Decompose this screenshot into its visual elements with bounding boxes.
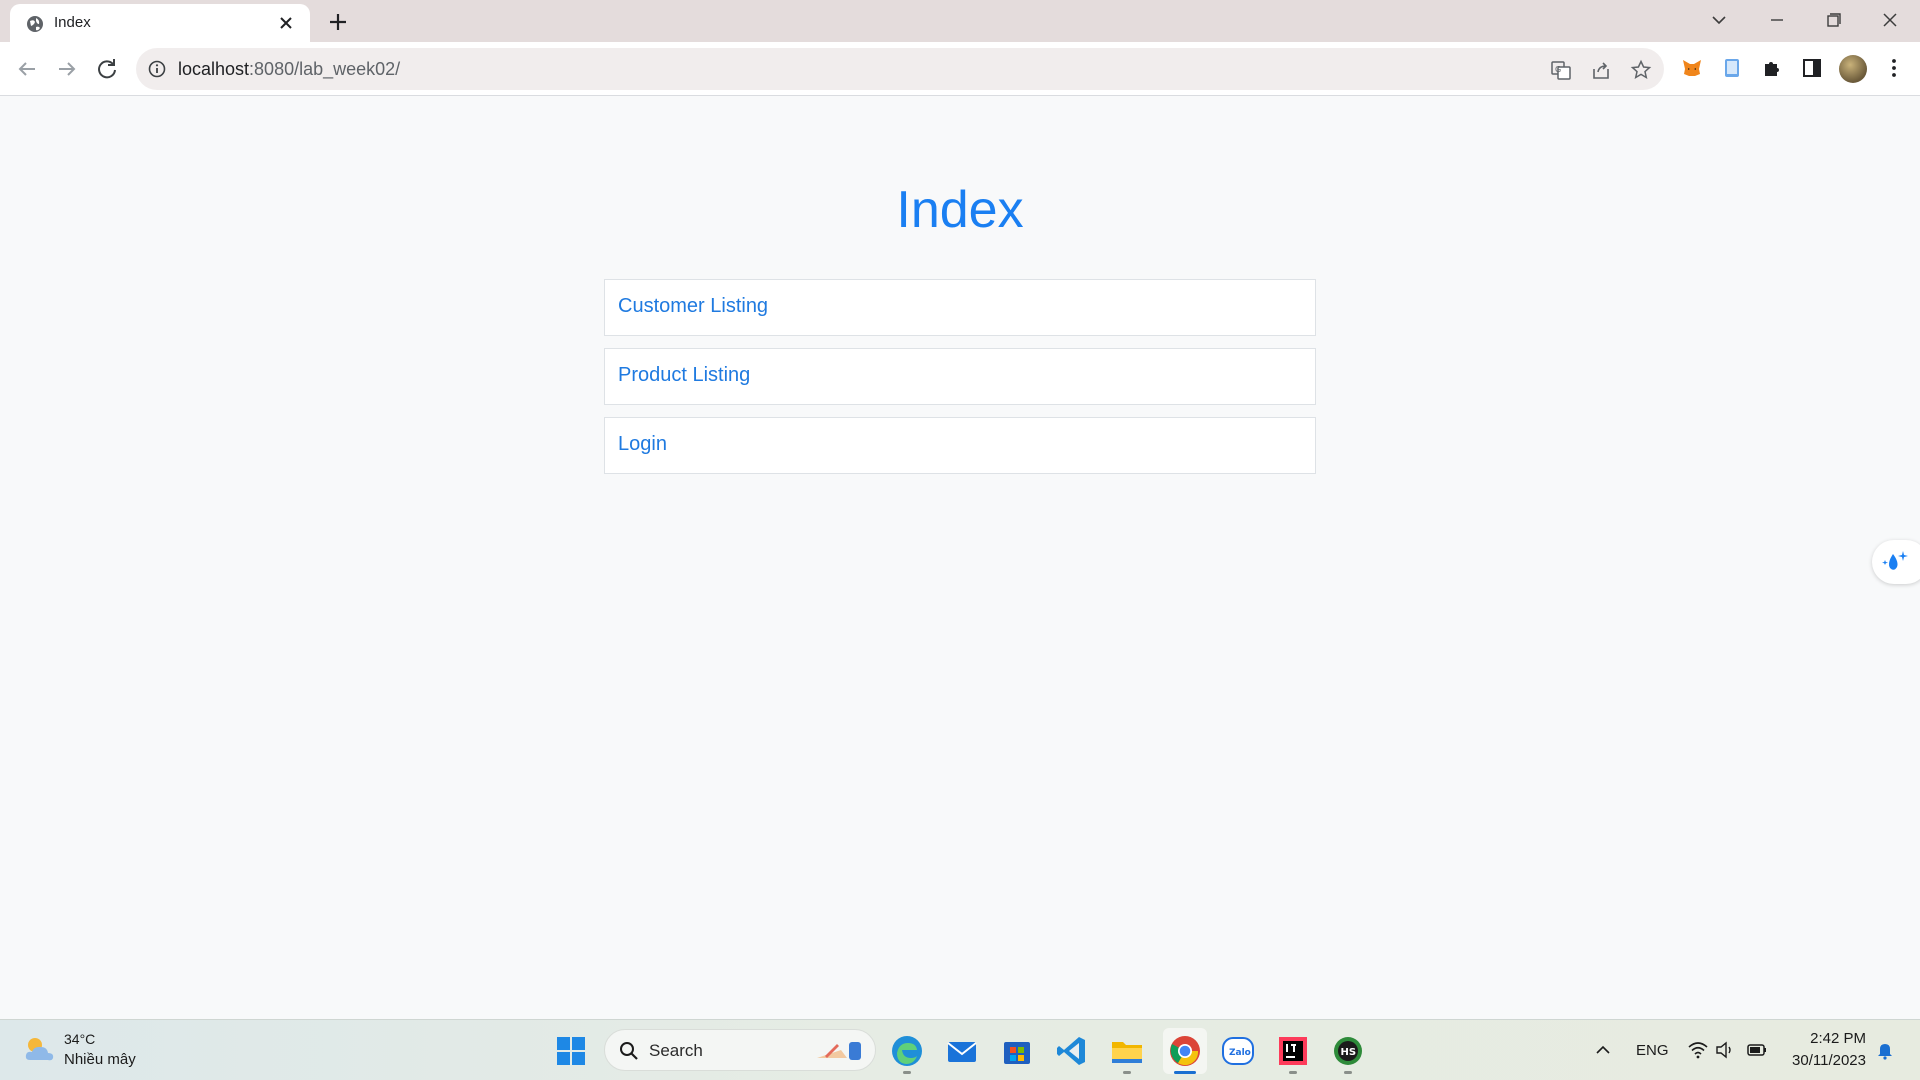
restore-icon[interactable] xyxy=(1818,8,1848,32)
edge-icon[interactable] xyxy=(889,1033,925,1069)
notification-bell-icon[interactable] xyxy=(1874,1040,1896,1060)
metamask-extension-icon[interactable] xyxy=(1680,56,1704,80)
clock-date[interactable]: 30/11/2023 xyxy=(1760,1052,1866,1069)
clock-time[interactable]: 2:42 PM xyxy=(1760,1030,1866,1047)
translate-icon[interactable]: G xyxy=(1550,59,1572,81)
address-bar[interactable]: localhost:8080/lab_week02/ G xyxy=(136,48,1664,90)
login-link[interactable]: Login xyxy=(604,417,1316,474)
chrome-icon[interactable] xyxy=(1167,1033,1203,1069)
hs-app-icon[interactable]: HS xyxy=(1330,1033,1366,1069)
intellij-running-indicator xyxy=(1289,1071,1297,1074)
profile-avatar[interactable] xyxy=(1839,55,1867,83)
chrome-active-indicator xyxy=(1174,1071,1196,1074)
search-icon xyxy=(620,1042,638,1060)
url-text[interactable]: localhost:8080/lab_week02/ xyxy=(178,59,400,80)
show-hidden-icons-chevron-icon[interactable] xyxy=(1592,1040,1614,1060)
forward-icon[interactable] xyxy=(53,55,81,83)
svg-text:G: G xyxy=(1555,65,1561,74)
mobile-extension-icon[interactable] xyxy=(1720,56,1744,80)
store-icon[interactable] xyxy=(999,1033,1035,1069)
url-host: localhost xyxy=(178,59,250,79)
edge-running-indicator xyxy=(903,1071,911,1074)
link-list: Customer Listing Product Listing Login xyxy=(604,279,1316,486)
close-tab-icon[interactable] xyxy=(276,13,296,33)
windows-start-icon[interactable] xyxy=(555,1035,587,1067)
browser-tab[interactable]: Index xyxy=(10,4,310,42)
customer-listing-link[interactable]: Customer Listing xyxy=(604,279,1316,336)
vscode-icon[interactable] xyxy=(1054,1033,1090,1069)
share-icon[interactable] xyxy=(1590,59,1612,81)
close-window-icon[interactable] xyxy=(1875,8,1905,32)
site-info-icon[interactable] xyxy=(148,60,166,78)
volume-icon[interactable] xyxy=(1714,1040,1736,1060)
sparkle-drop-icon xyxy=(1882,551,1908,570)
url-path: :8080/lab_week02/ xyxy=(249,59,401,79)
file-explorer-running-indicator xyxy=(1123,1071,1131,1074)
svg-text:Zalo: Zalo xyxy=(1229,1048,1251,1058)
tab-title: Index xyxy=(54,14,91,31)
svg-text:HS: HS xyxy=(1341,1047,1357,1058)
tab-search-chevron-icon[interactable] xyxy=(1704,8,1734,32)
new-tab-icon[interactable] xyxy=(326,10,350,34)
product-listing-link[interactable]: Product Listing xyxy=(604,348,1316,405)
intellij-icon[interactable] xyxy=(1275,1033,1311,1069)
partly-cloudy-icon[interactable] xyxy=(22,1034,58,1064)
mail-icon[interactable] xyxy=(944,1033,980,1069)
zalo-icon[interactable]: Zalo xyxy=(1220,1033,1256,1069)
weather-condition[interactable]: Nhiều mây xyxy=(64,1051,136,1068)
floating-assistant-button[interactable] xyxy=(1872,540,1920,584)
side-panel-icon[interactable] xyxy=(1800,56,1824,80)
search-highlight-icon xyxy=(817,1042,861,1060)
bookmark-star-icon[interactable] xyxy=(1630,59,1652,81)
minimize-icon[interactable] xyxy=(1762,8,1792,32)
weather-temperature[interactable]: 34°C xyxy=(64,1031,95,1047)
hs-app-running-indicator xyxy=(1344,1071,1352,1074)
globe-icon xyxy=(27,16,43,32)
browser-tab-bar: Index xyxy=(0,0,1920,42)
wifi-icon[interactable] xyxy=(1687,1040,1709,1060)
input-language[interactable]: ENG xyxy=(1636,1042,1669,1059)
file-explorer-icon[interactable] xyxy=(1109,1033,1145,1069)
windows-taskbar: 34°C Nhiều mây Search Zalo HS ENG 2:42 P… xyxy=(0,1019,1920,1080)
more-menu-icon[interactable] xyxy=(1882,56,1906,80)
search-placeholder: Search xyxy=(649,1041,703,1060)
page-title: Index xyxy=(896,181,1024,239)
taskbar-search[interactable]: Search xyxy=(604,1029,876,1071)
browser-toolbar: localhost:8080/lab_week02/ G xyxy=(0,42,1920,96)
extensions-puzzle-icon[interactable] xyxy=(1760,56,1784,80)
back-icon[interactable] xyxy=(13,55,41,83)
reload-icon[interactable] xyxy=(93,55,121,83)
